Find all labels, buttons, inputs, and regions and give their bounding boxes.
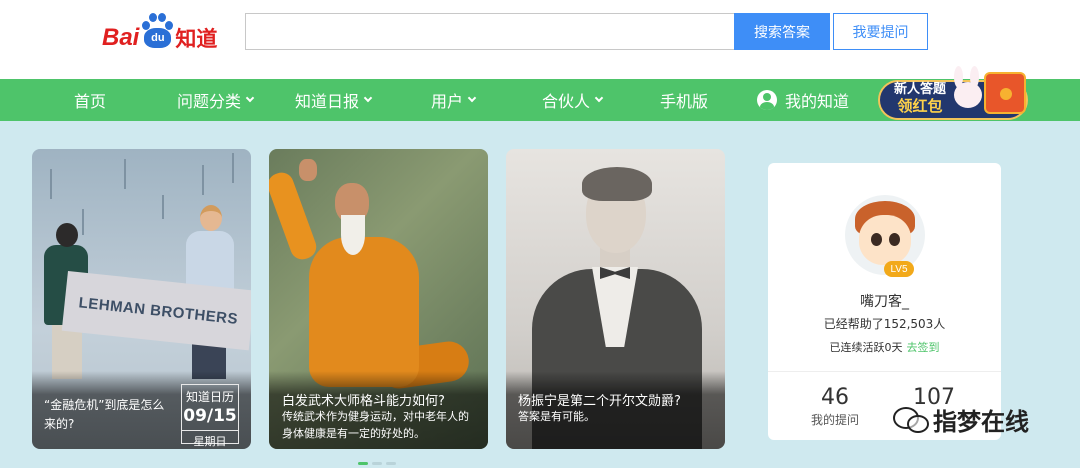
nav-item-daily[interactable]: 知道日报 — [295, 79, 373, 121]
carousel-dot[interactable] — [386, 462, 396, 465]
ask-question-button[interactable]: 我要提问 — [833, 13, 928, 50]
nav-item-label: 用户 — [431, 92, 464, 111]
nav-item-label: 手机版 — [660, 92, 709, 111]
stat-my-questions[interactable]: 46 我的提问 — [790, 385, 880, 428]
carousel-dot-active[interactable] — [358, 462, 368, 465]
helped-count: 已经帮助了152,503人 — [823, 317, 946, 331]
user-profile-panel: LV5 嘴刀客_ 已经帮助了152,503人 已连续活跃0天 去签到 46 我的提… — [768, 163, 1001, 440]
card-title[interactable]: 杨振宁是第二个开尔文勋爵? — [518, 390, 681, 409]
search-button[interactable]: 搜索答案 — [734, 13, 830, 50]
baidu-zhidao-logo[interactable]: Bai du 知道 — [102, 8, 232, 50]
nav-item-users[interactable]: 用户 — [431, 79, 477, 121]
stat-number: 46 — [821, 385, 849, 410]
calendar-date-box[interactable]: 知道日历 09/15 星期日 — [181, 384, 239, 448]
level-badge: LV5 — [884, 261, 914, 277]
red-packet-icon — [984, 72, 1026, 114]
card-title[interactable]: “金融危机”到底是怎么来的? — [44, 396, 172, 434]
nav-item-mobile[interactable]: 手机版 — [660, 79, 708, 121]
search-input[interactable] — [245, 13, 735, 50]
nav-item-label: 我的知道 — [785, 92, 850, 111]
nav-item-home[interactable]: 首页 — [74, 79, 106, 121]
logo-zhidao-text: 知道 — [175, 27, 218, 51]
calendar-weekday: 星期日 — [182, 430, 238, 449]
user-name[interactable]: 嘴刀客_ — [768, 291, 1001, 311]
top-header: Bai du 知道 搜索答案 我要提问 — [0, 0, 1080, 79]
wechat-icon — [893, 405, 931, 435]
card-summary: 答案是有可能。 — [518, 410, 595, 423]
carousel-indicator — [358, 462, 396, 465]
user-icon — [757, 90, 777, 110]
divider — [768, 371, 1001, 372]
streak-text: 已连续活跃0天 — [829, 341, 903, 354]
nav-item-label: 首页 — [74, 92, 107, 111]
active-streak: 已连续活跃0天 去签到 — [768, 339, 1001, 355]
logo-du-text: du — [144, 28, 172, 48]
nav-item-partners[interactable]: 合伙人 — [542, 79, 604, 121]
watermark-text: 指梦在线 — [933, 408, 1029, 436]
chevron-down-icon — [594, 93, 604, 103]
calendar-label: 知道日历 — [185, 390, 234, 404]
paw-icon: du — [140, 12, 174, 50]
promo-line2: 领红包 — [897, 97, 943, 115]
chevron-down-icon — [467, 93, 477, 103]
promo-text: 新人答题 领红包 — [890, 82, 950, 114]
watermark: 指梦在线 — [893, 402, 1029, 437]
nav-item-categories[interactable]: 问题分类 — [177, 79, 255, 121]
chevron-down-icon — [363, 93, 373, 103]
nav-item-label: 知道日报 — [295, 92, 360, 111]
stat-label: 我的提问 — [810, 413, 859, 427]
chevron-down-icon — [245, 93, 255, 103]
card-summary: 传统武术作为健身运动，对中老年人的身体健康是有一定的好处的。 — [282, 410, 469, 440]
nav-item-label: 合伙人 — [542, 92, 591, 111]
calendar-date: 09/15 — [183, 406, 237, 426]
promo-line1: 新人答题 — [893, 82, 946, 97]
carousel-dot[interactable] — [372, 462, 382, 465]
bunny-mascot-icon — [950, 66, 984, 116]
checkin-link[interactable]: 去签到 — [907, 341, 940, 354]
card-title[interactable]: 白发武术大师格斗能力如何? — [282, 390, 445, 409]
logo-bai-text: Bai — [102, 24, 140, 51]
nav-item-my-zhidao[interactable]: 我的知道 — [757, 79, 849, 121]
new-user-red-packet-promo[interactable]: 新人答题 领红包 — [878, 66, 1040, 122]
nav-item-label: 问题分类 — [177, 92, 242, 111]
